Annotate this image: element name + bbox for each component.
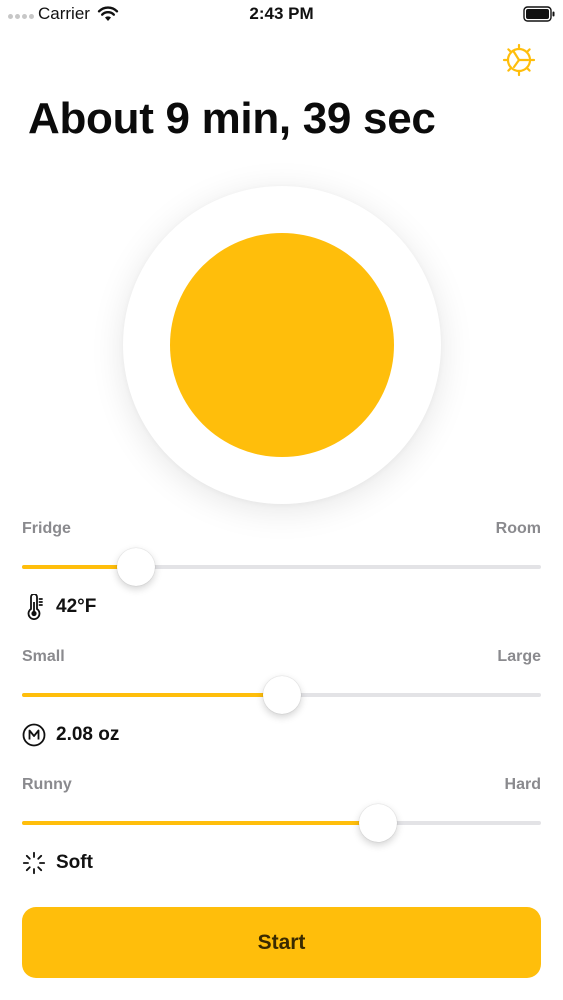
temperature-min-label: Fridge [22,520,71,537]
status-bar: Carrier 2:43 PM [0,0,563,30]
size-min-label: Small [22,648,65,665]
doneness-value: Soft [56,852,93,873]
doneness-slider[interactable] [22,804,541,842]
settings-timer-icon [502,43,536,77]
egg-yolk [170,233,394,457]
size-slider-fill [22,693,282,697]
temperature-slider-thumb[interactable] [117,548,156,586]
doneness-labels: Runny Hard [22,776,541,794]
size-slider-thumb[interactable] [262,676,301,714]
temperature-value: 42°F [56,596,97,617]
doneness-value-row: Soft [22,850,93,876]
time-estimate-title: About 9 min, 39 sec [28,94,436,143]
temperature-max-label: Room [495,520,541,537]
start-button[interactable]: Start [22,907,541,978]
temperature-slider[interactable] [22,548,541,586]
doneness-min-label: Runny [22,776,72,793]
status-time: 2:43 PM [249,4,314,23]
doneness-slider-fill [22,821,378,825]
screen: Carrier 2:43 PM About 9 min, 39 sec Frid… [0,0,563,1000]
size-labels: Small Large [22,648,541,666]
spinner-icon [22,850,46,876]
m-circle-icon [22,722,46,748]
size-max-label: Large [497,648,541,665]
size-value-row: 2.08 oz [22,722,119,748]
battery-icon [523,6,555,22]
temperature-value-row: 42°F [22,594,96,620]
settings-button[interactable] [499,40,539,80]
size-value: 2.08 oz [56,724,120,745]
doneness-slider-thumb[interactable] [358,804,397,842]
temperature-labels: Fridge Room [22,520,541,538]
thermometer-icon [22,594,46,620]
size-slider[interactable] [22,676,541,714]
start-button-label: Start [257,930,306,954]
doneness-max-label: Hard [504,776,541,793]
